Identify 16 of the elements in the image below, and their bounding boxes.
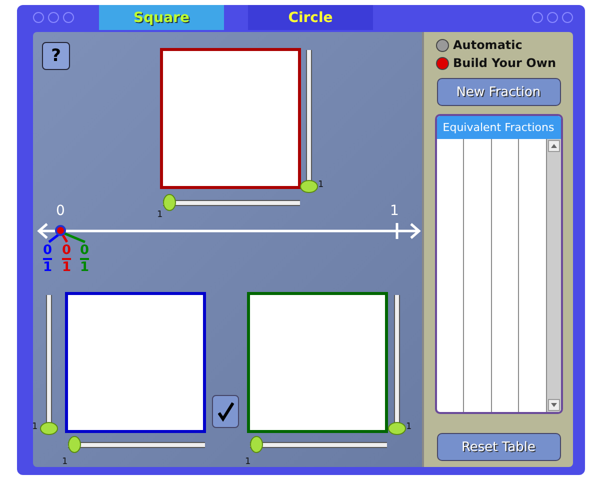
- number-line-label: 0: [56, 203, 65, 219]
- fraction-label: 0 1: [62, 243, 72, 275]
- slider-value: 1: [406, 422, 412, 432]
- number-line-label: 1: [390, 203, 399, 219]
- help-button[interactable]: ?: [42, 42, 70, 70]
- slider-value: 1: [62, 457, 68, 467]
- slider-value: 1: [157, 210, 163, 220]
- table-title: Equivalent Fractions: [436, 116, 560, 139]
- radio-option[interactable]: Build Your Own: [436, 56, 556, 70]
- slider-value: 1: [245, 457, 251, 467]
- tab[interactable]: Circle: [248, 5, 373, 30]
- fraction-label: 0 1: [43, 243, 52, 275]
- radio-option[interactable]: Automatic: [436, 38, 556, 52]
- slider-value: 1: [318, 180, 324, 190]
- slider-value: 1: [33, 422, 38, 432]
- fraction-label: 0 1: [80, 243, 90, 275]
